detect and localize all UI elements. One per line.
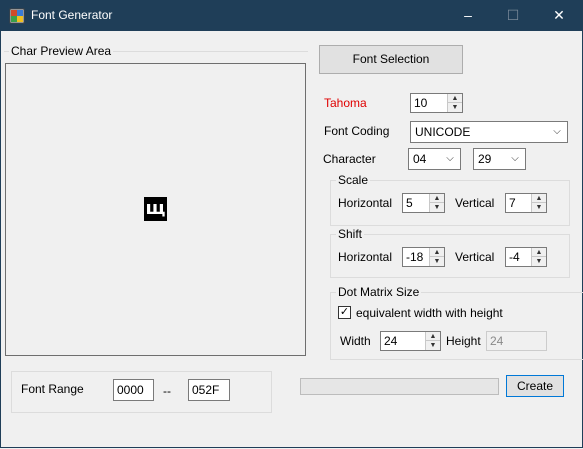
char-high-value: 04	[413, 152, 427, 166]
shift-horizontal-value: -18	[406, 250, 424, 264]
equivalent-size-label[interactable]: equivalent width with height	[356, 306, 503, 320]
scale-vertical-value: 7	[509, 196, 516, 210]
window-title: Font Generator	[31, 8, 113, 22]
character-label: Character	[323, 152, 376, 166]
scale-vertical-stepper[interactable]: 7 ▲ ▼	[505, 193, 547, 213]
equivalent-size-checkbox[interactable]: ✓	[338, 306, 351, 319]
scale-group-title: Scale	[336, 173, 371, 187]
shift-group-title: Shift	[336, 227, 365, 241]
scale-horizontal-label: Horizontal	[338, 196, 393, 210]
dot-matrix-group-title: Dot Matrix Size	[336, 285, 422, 299]
shift-vertical-stepper[interactable]: -4 ▲ ▼	[505, 247, 547, 267]
create-button[interactable]: Create	[506, 375, 564, 397]
maximize-button[interactable]: ☐	[490, 0, 536, 31]
chevron-down-icon: ⌵	[511, 153, 519, 164]
char-low-value: 29	[478, 152, 492, 166]
spin-up-icon[interactable]: ▲	[532, 194, 546, 203]
check-icon: ✓	[339, 306, 350, 318]
spin-down-icon[interactable]: ▼	[426, 341, 440, 350]
scale-horizontal-stepper[interactable]: 5 ▲ ▼	[402, 193, 445, 213]
font-size-stepper[interactable]: 10 ▲ ▼	[410, 93, 463, 113]
width-label: Width	[340, 334, 371, 348]
spin-down-icon[interactable]: ▼	[448, 103, 462, 112]
progress-bar	[300, 378, 499, 395]
spin-down-icon[interactable]: ▼	[532, 203, 546, 212]
preview-group-title: Char Preview Area	[9, 44, 114, 58]
range-from-input[interactable]: 0000	[113, 379, 154, 401]
width-value: 24	[384, 334, 398, 348]
font-coding-value: UNICODE	[415, 125, 471, 139]
char-low-select[interactable]: 29 ⌵	[473, 148, 526, 170]
font-coding-select[interactable]: UNICODE ⌵	[410, 121, 568, 143]
spin-up-icon[interactable]: ▲	[430, 248, 444, 257]
shift-vertical-value: -4	[509, 250, 520, 264]
spin-down-icon[interactable]: ▼	[532, 257, 546, 266]
spin-up-icon[interactable]: ▲	[430, 194, 444, 203]
spin-down-icon[interactable]: ▼	[430, 257, 444, 266]
height-field: 24	[486, 331, 547, 351]
font-selection-button[interactable]: Font Selection	[319, 45, 463, 74]
chevron-down-icon: ⌵	[446, 153, 454, 164]
preview-glyph: щ	[144, 197, 167, 221]
char-high-select[interactable]: 04 ⌵	[408, 148, 461, 170]
minimize-button[interactable]: –	[445, 0, 491, 31]
spin-up-icon[interactable]: ▲	[448, 94, 462, 103]
scale-horizontal-value: 5	[406, 196, 413, 210]
font-range-label: Font Range	[21, 382, 84, 396]
font-name-label: Tahoma	[324, 96, 367, 110]
scale-vertical-label: Vertical	[455, 196, 495, 210]
close-button[interactable]: ✕	[536, 0, 582, 31]
shift-horizontal-stepper[interactable]: -18 ▲ ▼	[402, 247, 445, 267]
height-label: Height	[446, 334, 481, 348]
shift-horizontal-label: Horizontal	[338, 250, 393, 264]
range-separator: --	[163, 384, 171, 398]
spin-down-icon[interactable]: ▼	[430, 203, 444, 212]
font-coding-label: Font Coding	[324, 124, 390, 138]
width-stepper[interactable]: 24 ▲ ▼	[380, 331, 441, 351]
spin-up-icon[interactable]: ▲	[532, 248, 546, 257]
spin-up-icon[interactable]: ▲	[426, 332, 440, 341]
shift-vertical-label: Vertical	[455, 250, 495, 264]
range-to-input[interactable]: 052F	[188, 379, 230, 401]
font-size-value: 10	[414, 96, 428, 110]
app-icon	[9, 8, 25, 24]
chevron-down-icon: ⌵	[553, 126, 561, 137]
